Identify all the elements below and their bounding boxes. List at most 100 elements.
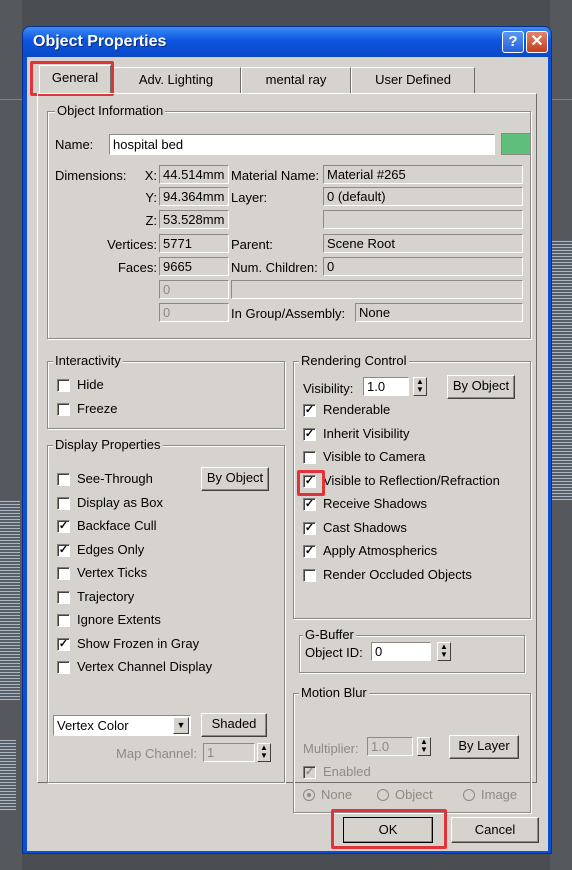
chevron-down-icon[interactable]: ▼ xyxy=(173,717,189,734)
show-frozen-in-gray-label: Show Frozen in Gray xyxy=(77,635,200,651)
inherit-visibility-checkbox[interactable]: ✓ xyxy=(303,427,316,441)
visible-to-camera-checkbox[interactable] xyxy=(303,451,316,464)
help-button[interactable]: ? xyxy=(502,31,524,53)
enabled-label: Enabled xyxy=(323,764,371,779)
dialog-title: Object Properties xyxy=(33,33,167,50)
motion-blur-legend: Motion Blur xyxy=(299,685,369,700)
g-buffer-legend: G-Buffer xyxy=(303,627,356,642)
vertex-ticks-checkbox[interactable] xyxy=(57,567,70,580)
title-bar[interactable]: Object Properties ? ✕ xyxy=(23,27,551,57)
viewport-wireframe xyxy=(552,240,572,500)
visible-to-reflection-refraction-label: Visible to Reflection/Refraction xyxy=(323,472,500,488)
object-color-swatch[interactable] xyxy=(501,133,531,155)
vertex-color-select[interactable]: Vertex Color ▼ xyxy=(53,715,191,736)
dimension-x-value: 44.514mm xyxy=(159,165,229,184)
backface-cull-checkbox[interactable]: ✓ xyxy=(57,520,70,533)
edges-only-checkbox[interactable]: ✓ xyxy=(57,543,70,557)
material-value: Material #265 xyxy=(323,165,523,184)
vertex-channel-display-label: Vertex Channel Display xyxy=(77,659,213,674)
edges-only-label: Edges Only xyxy=(77,541,145,557)
tab-mental-ray[interactable]: mental ray xyxy=(241,67,351,93)
receive-shadows-label: Receive Shadows xyxy=(323,496,428,511)
multiplier-spinner-icon: ▲ ▼ xyxy=(417,737,431,756)
show-frozen-in-gray-checkbox[interactable]: ✓ xyxy=(57,637,70,651)
trajectory-label: Trajectory xyxy=(77,588,135,604)
image-radio xyxy=(463,789,475,801)
visible-to-camera-highlight xyxy=(297,470,325,496)
render-occluded-objects-label: Render Occluded Objects xyxy=(323,566,472,582)
renderable-checkbox[interactable]: ✓ xyxy=(303,404,316,417)
z-label: Z: xyxy=(145,213,157,228)
cast-shadows-checkbox[interactable]: ✓ xyxy=(303,521,316,535)
map-channel-label: Map Channel: xyxy=(116,746,197,761)
vertices-value: 5771 xyxy=(159,234,229,253)
multiplier-value: 1.0 xyxy=(367,737,413,756)
tab-adv-lighting[interactable]: Adv. Lighting xyxy=(111,67,241,93)
name-field[interactable]: hospital bed xyxy=(109,134,495,155)
object-id-field[interactable]: 0 xyxy=(371,642,431,661)
cancel-button[interactable]: Cancel xyxy=(451,817,539,843)
freeze-checkbox[interactable] xyxy=(57,403,70,416)
renderable-label: Renderable xyxy=(323,402,391,417)
backface-cull-label: Backface Cull xyxy=(77,518,157,533)
inherit-visibility-label: Inherit Visibility xyxy=(323,425,410,441)
hide-label: Hide xyxy=(77,377,104,392)
name-label: Name: xyxy=(55,137,94,152)
ignore-extents-label: Ignore Extents xyxy=(77,612,161,627)
object-id-spinner-icon[interactable]: ▲ ▼ xyxy=(437,642,451,661)
by-layer-button[interactable]: By Layer xyxy=(449,735,519,759)
blank-value-2: 0 xyxy=(159,303,229,322)
visible-to-camera-label: Visible to Camera xyxy=(323,449,426,464)
material-label: Material Name: xyxy=(231,168,320,183)
layer-blank xyxy=(323,210,523,229)
see-through-label: See-Through xyxy=(77,471,153,486)
blank-value-1: 0 xyxy=(159,280,229,299)
x-label: X: xyxy=(144,168,157,183)
object-radio xyxy=(377,789,389,801)
y-label: Y: xyxy=(145,190,157,205)
vertex-channel-display-checkbox[interactable] xyxy=(57,661,70,674)
object-label: Object xyxy=(395,787,433,802)
none-radio xyxy=(303,789,315,801)
display-as-box-checkbox[interactable] xyxy=(57,496,70,510)
shaded-button[interactable]: Shaded xyxy=(201,713,267,737)
image-label: Image xyxy=(481,787,518,802)
display-properties-legend: Display Properties xyxy=(53,437,163,452)
dialog-body: General Adv. Lighting mental ray User De… xyxy=(27,57,548,851)
layer-value: 0 (default) xyxy=(323,187,523,206)
num-children-label: Num. Children: xyxy=(231,260,318,275)
vertex-color-select-value: Vertex Color xyxy=(57,718,129,733)
display-by-object-button[interactable]: By Object xyxy=(201,467,269,491)
freeze-label: Freeze xyxy=(77,401,118,416)
object-information-legend: Object Information xyxy=(55,103,166,118)
hide-checkbox[interactable] xyxy=(57,379,70,392)
vertex-ticks-label: Vertex Ticks xyxy=(77,565,148,580)
map-channel-value: 1 xyxy=(203,743,255,762)
visibility-field[interactable]: 1.0 xyxy=(363,377,409,396)
receive-shadows-checkbox[interactable]: ✓ xyxy=(303,498,316,511)
see-through-checkbox[interactable] xyxy=(57,473,70,486)
render-occluded-objects-checkbox[interactable] xyxy=(303,568,316,582)
rendering-by-object-button[interactable]: By Object xyxy=(447,375,515,399)
tab-highlight xyxy=(30,61,114,96)
dimensions-label: Dimensions: xyxy=(55,168,127,183)
interactivity-group xyxy=(47,361,285,429)
ignore-extents-checkbox[interactable] xyxy=(57,614,70,627)
trajectory-checkbox[interactable] xyxy=(57,590,70,604)
close-button[interactable]: ✕ xyxy=(526,31,548,53)
interactivity-legend: Interactivity xyxy=(53,353,123,368)
layer-label: Layer: xyxy=(231,190,268,205)
tab-user-defined[interactable]: User Defined xyxy=(351,67,475,93)
dimension-y-value: 94.364mm xyxy=(159,187,229,206)
none-label: None xyxy=(321,787,353,802)
viewport-gridline xyxy=(550,99,572,100)
display-as-box-label: Display as Box xyxy=(77,494,163,510)
enabled-checkbox: ✓ xyxy=(303,766,316,779)
faces-value: 9665 xyxy=(159,257,229,276)
viewport-gridline xyxy=(0,99,22,100)
apply-atmospherics-label: Apply Atmospherics xyxy=(323,543,438,558)
visibility-spinner-icon[interactable]: ▲ ▼ xyxy=(413,377,427,396)
group-value: None xyxy=(355,303,523,322)
visibility-label: Visibility: xyxy=(303,381,354,396)
apply-atmospherics-checkbox[interactable]: ✓ xyxy=(303,545,316,558)
